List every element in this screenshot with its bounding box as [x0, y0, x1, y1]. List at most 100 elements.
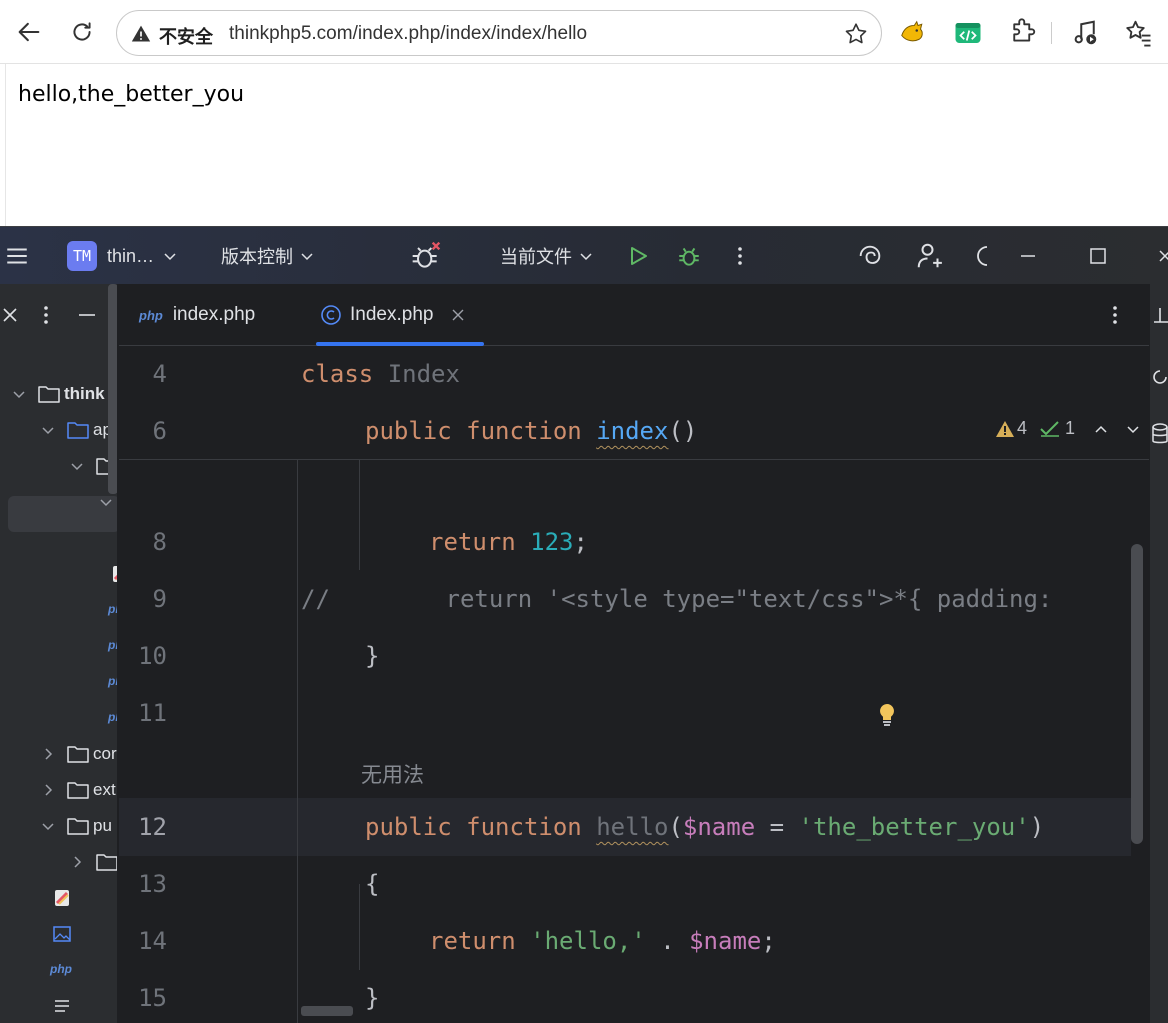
tree-item[interactable] [0, 916, 117, 952]
chevron-right-icon[interactable] [41, 783, 55, 797]
project-badge: TM [67, 241, 97, 271]
close-tab-icon[interactable] [451, 308, 465, 322]
minimize-button[interactable] [1018, 227, 1038, 285]
debug-button[interactable] [676, 227, 702, 285]
horizontal-scrollbar[interactable] [301, 1006, 353, 1016]
chevron-down-icon[interactable] [41, 423, 55, 437]
database-icon[interactable] [1152, 422, 1168, 446]
back-button[interactable] [11, 14, 47, 50]
php-file-icon: php [108, 710, 117, 724]
chevron-down-icon[interactable] [12, 387, 26, 401]
php-file-icon: php [108, 602, 117, 616]
run-config-selector[interactable]: 当前文件 [500, 227, 594, 285]
vcs-menu[interactable]: 版本控制 [221, 227, 315, 285]
more-actions-button[interactable] [728, 227, 752, 285]
reload-icon [73, 22, 91, 41]
code-line-class: class Index [301, 360, 460, 388]
favorite-star-icon[interactable] [843, 21, 869, 47]
browser-page-content: hello,the_better_you [5, 64, 1168, 226]
warning-count: 4 [1017, 418, 1028, 438]
chevron-down-icon[interactable] [70, 459, 84, 473]
right-tool-strip [1149, 284, 1168, 1023]
tree-item[interactable]: php [0, 952, 117, 988]
code-line-hello-fn: public function hello($name = 'the_bette… [365, 813, 1045, 841]
ide-window: TM thin… 版本控制 当前文件 think ap p p p p cor … [0, 226, 1168, 1023]
debug-off-button[interactable] [410, 227, 442, 285]
chevron-down-icon [164, 253, 176, 261]
tree-item-label: think [64, 384, 105, 403]
notifications-icon[interactable] [1152, 306, 1168, 328]
code-extension-icon[interactable] [953, 18, 983, 48]
chevron-up-icon[interactable] [1093, 421, 1109, 437]
tab-options-icon[interactable] [1105, 304, 1125, 326]
favorites-list-icon[interactable] [1123, 18, 1153, 48]
tab-Index-php[interactable]: Index.php [320, 284, 465, 346]
vcs-label: 版本控制 [221, 247, 293, 267]
tree-item[interactable]: php [0, 664, 117, 700]
editor-scrollbar[interactable] [1131, 544, 1143, 844]
close-panel-icon[interactable] [2, 306, 18, 324]
image-file-icon [53, 926, 71, 942]
tree-item[interactable]: php [0, 628, 117, 664]
code-line-comment: // return '<style type="text/css">*{ pad… [301, 585, 1053, 613]
folder-icon [67, 746, 89, 763]
chevron-down-icon[interactable] [1125, 421, 1141, 437]
hide-panel-icon[interactable] [76, 304, 98, 326]
ai-chat-icon[interactable] [1152, 366, 1168, 388]
run-button[interactable] [626, 227, 650, 285]
code-line-close-brace: } [365, 984, 380, 1012]
ai-assistant-button[interactable] [856, 227, 884, 285]
security-label[interactable]: 不安全 [159, 23, 213, 49]
chevron-down-icon [301, 253, 313, 261]
tree-item[interactable]: think [0, 376, 117, 412]
tab-label: index.php [172, 304, 256, 325]
inspection-widget[interactable]: 4 1 [995, 418, 1141, 439]
project-switcher[interactable]: TM thin… [67, 227, 178, 285]
tree-item[interactable]: ap [0, 412, 117, 448]
media-control-icon[interactable] [1070, 18, 1100, 48]
add-user-icon [917, 243, 942, 268]
tree-item[interactable] [0, 484, 117, 520]
tree-item[interactable]: php [0, 700, 117, 736]
tree-item[interactable]: pu [0, 808, 117, 844]
address-bar[interactable]: 不安全 thinkphp5.com/index.php/index/index/… [116, 10, 882, 56]
warning-icon[interactable] [131, 24, 151, 44]
extensions-puzzle-icon[interactable] [1008, 18, 1038, 48]
text-file-icon [55, 1000, 69, 1012]
tree-item[interactable] [0, 448, 117, 484]
folder-icon [67, 818, 89, 835]
reload-button[interactable] [64, 14, 100, 50]
lightbulb-icon[interactable] [877, 702, 897, 728]
line-number: 10 [138, 642, 167, 670]
chevron-down-icon[interactable] [41, 819, 55, 833]
code-line-open-brace: { [365, 870, 380, 898]
main-menu-button[interactable] [4, 227, 30, 285]
chevron-down-icon[interactable] [99, 495, 113, 509]
maximize-button[interactable] [1089, 227, 1107, 285]
indent-guide [359, 884, 360, 970]
panel-options-icon[interactable] [36, 304, 56, 326]
url-text[interactable]: thinkphp5.com/index.php/index/index/hell… [229, 23, 587, 45]
tree-item[interactable] [0, 988, 117, 1023]
tree-item[interactable] [0, 844, 117, 880]
tree-item[interactable]: cor [0, 736, 117, 772]
code-fold-guide [297, 460, 298, 1023]
tree-scrollbar[interactable] [108, 284, 117, 494]
tree-item-label: pu [93, 816, 112, 835]
tree-item[interactable] [0, 880, 117, 916]
tree-item[interactable]: ext [0, 772, 117, 808]
tab-index-php[interactable]: php index.php [139, 284, 255, 346]
usage-hint: 无用法 [361, 763, 424, 787]
page-response-text: hello,the_better_you [18, 82, 245, 107]
close-window-button[interactable] [1158, 227, 1168, 285]
folder-icon [96, 854, 117, 871]
spiral-icon [859, 245, 881, 264]
tree-item[interactable]: php [0, 592, 117, 628]
tree-item-label: ext [93, 780, 116, 799]
warning-icon [996, 420, 1014, 437]
add-user-button[interactable] [915, 227, 945, 285]
chevron-right-icon[interactable] [70, 855, 84, 869]
tree-item[interactable] [0, 556, 117, 592]
tomcat-extension-icon[interactable] [898, 18, 928, 48]
chevron-right-icon[interactable] [41, 747, 55, 761]
